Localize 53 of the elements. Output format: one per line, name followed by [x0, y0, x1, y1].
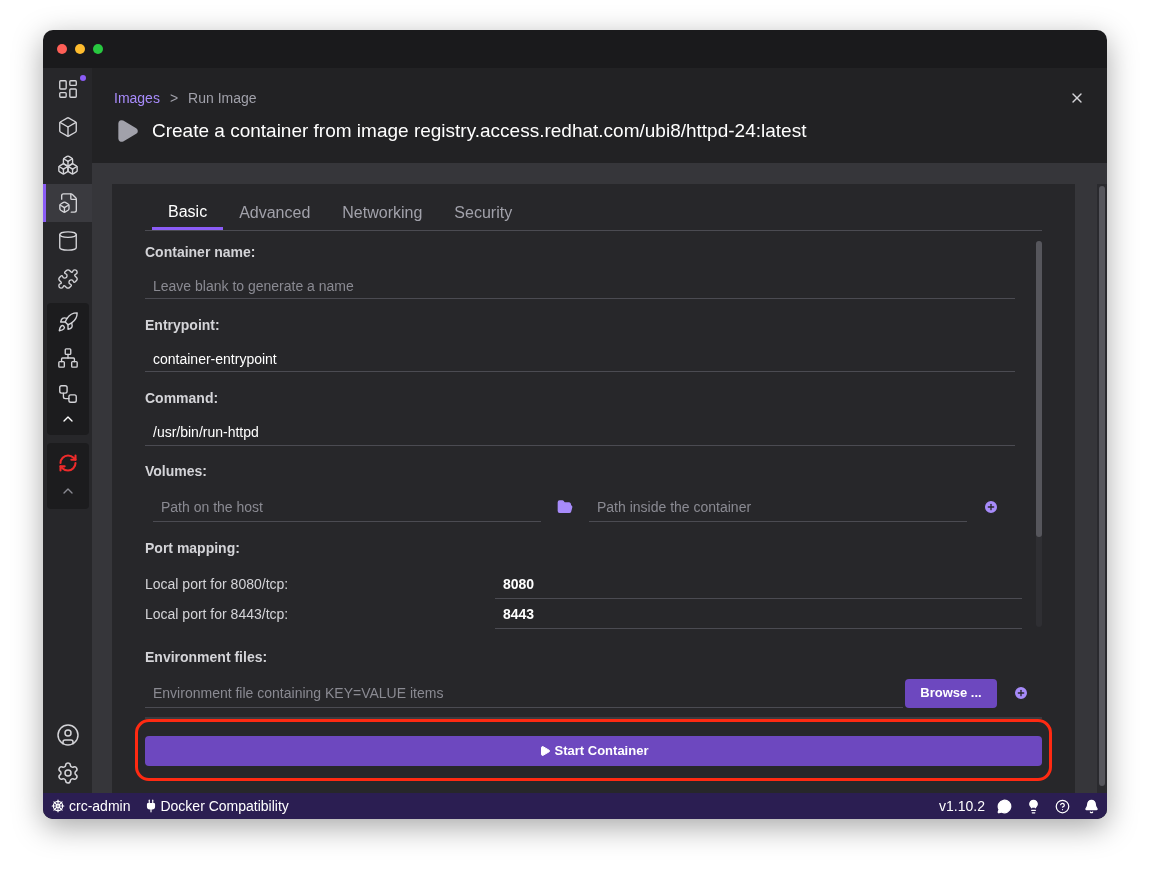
tree-icon[interactable] [56, 383, 79, 405]
field-label: Container name: [145, 243, 257, 262]
puzzle-icon [56, 268, 79, 290]
chat-icon[interactable] [997, 798, 1012, 814]
add-icon[interactable] [983, 499, 999, 516]
input-field[interactable]: Path on the host [153, 492, 541, 523]
ship-wheel-icon [51, 799, 65, 813]
tab[interactable]: Advanced [223, 196, 327, 230]
lightbulb-icon[interactable] [1026, 798, 1041, 814]
field-label: Port mapping: [145, 539, 241, 558]
add-icon[interactable] [1013, 685, 1029, 701]
user-status[interactable]: crc-admin [69, 795, 131, 817]
input-field[interactable]: 8080 [495, 569, 1022, 599]
settings-icon[interactable] [55, 761, 80, 785]
scrollbar-thumb[interactable] [1036, 241, 1042, 537]
dashboard-icon [56, 78, 79, 100]
cylinder-icon [56, 230, 79, 252]
breadcrumb-link[interactable]: Images [114, 88, 160, 109]
browse-button[interactable]: Browse ... [905, 678, 997, 708]
input-field[interactable]: container-entrypoint [145, 346, 1015, 373]
sync-icon[interactable] [57, 453, 78, 473]
tab[interactable]: Networking [326, 196, 439, 230]
help-icon[interactable] [1055, 798, 1070, 814]
field-label: Entrypoint: [145, 316, 221, 336]
version-label: v1.10.2 [939, 796, 985, 816]
scrollbar-thumb[interactable] [1099, 186, 1105, 786]
bell-icon[interactable] [1084, 798, 1099, 814]
play-icon [538, 745, 551, 757]
cubes-icon [56, 154, 79, 176]
rocket-icon[interactable] [56, 311, 79, 333]
field-label: Environment files: [145, 648, 269, 667]
page-title: Create a container from image registry.access.redhat.com/ubi8/httpd-24:latest [152, 119, 807, 143]
tab[interactable]: Basic [152, 196, 224, 230]
field-label: Volumes: [145, 462, 208, 482]
sitemap-icon[interactable] [56, 347, 79, 369]
start-container-button[interactable]: Start Container [145, 736, 1042, 766]
cube-icon [56, 116, 79, 138]
file-cube-icon [58, 192, 80, 214]
field-label: Command: [145, 389, 220, 409]
input-field[interactable]: Path inside the container [589, 492, 967, 523]
compatibility-status[interactable]: Docker Compatibility [160, 795, 289, 817]
breadcrumb-separator: > [169, 89, 179, 108]
input-field[interactable]: /usr/bin/run-httpd [145, 419, 1015, 446]
port-label: Local port for 8080/tcp: [145, 574, 290, 594]
input-field[interactable]: 8443 [495, 599, 1022, 629]
account-icon[interactable] [55, 723, 80, 747]
tab[interactable]: Security [438, 196, 529, 230]
port-label: Local port for 8443/tcp: [145, 604, 290, 624]
input-field[interactable]: Environment file containing KEY=VALUE items [145, 678, 903, 708]
breadcrumb-current: Run Image [188, 89, 257, 108]
folder-icon[interactable] [557, 499, 573, 516]
input-field[interactable]: Leave blank to generate a name [145, 273, 1015, 300]
sidebar-item[interactable] [43, 184, 92, 222]
